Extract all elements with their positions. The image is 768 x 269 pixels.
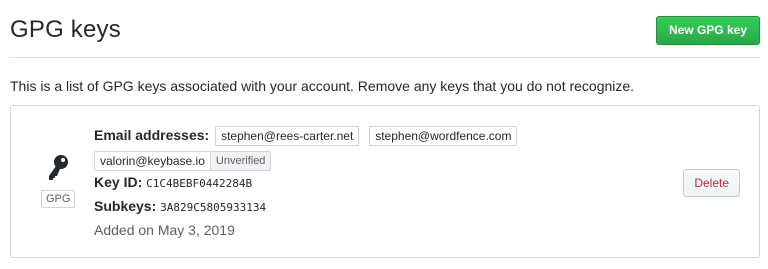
gpg-type-label: GPG bbox=[41, 190, 76, 208]
email-row-2: valorin@keybase.io Unverified bbox=[94, 148, 654, 171]
key-icon bbox=[49, 155, 68, 180]
new-gpg-key-button[interactable]: New GPG key bbox=[655, 16, 760, 45]
key-details: Email addresses: stephen@rees-carter.net… bbox=[94, 124, 654, 241]
delete-button[interactable]: Delete bbox=[683, 169, 740, 197]
page-header: GPG keys New GPG key bbox=[10, 0, 760, 58]
subkeys-label: Subkeys: bbox=[94, 197, 157, 214]
key-icon-column: GPG bbox=[41, 154, 76, 208]
subkeys-value: 3A829C5805933134 bbox=[160, 200, 267, 214]
key-id-value: C1C4BEBF0442284B bbox=[146, 176, 253, 190]
added-date: Added on May 3, 2019 bbox=[94, 221, 235, 238]
key-id-label: Key ID: bbox=[94, 173, 143, 190]
intro-text: This is a list of GPG keys associated wi… bbox=[10, 78, 635, 94]
email-row: Email addresses: stephen@rees-carter.net… bbox=[94, 124, 654, 147]
gpg-key-item: GPG Email addresses: stephen@rees-carter… bbox=[10, 105, 760, 258]
email-addresses-label: Email addresses: bbox=[94, 127, 210, 143]
page-title: GPG keys bbox=[10, 16, 121, 43]
email-chip: stephen@wordfence.com bbox=[369, 126, 518, 147]
unverified-badge: Unverified bbox=[209, 150, 272, 171]
email-chip: stephen@rees-carter.net bbox=[215, 126, 360, 147]
key-id-row: Key ID: C1C4BEBF0442284B bbox=[94, 171, 654, 195]
subkeys-row: Subkeys: 3A829C5805933134 bbox=[94, 195, 654, 219]
email-chip: valorin@keybase.io bbox=[94, 150, 211, 171]
